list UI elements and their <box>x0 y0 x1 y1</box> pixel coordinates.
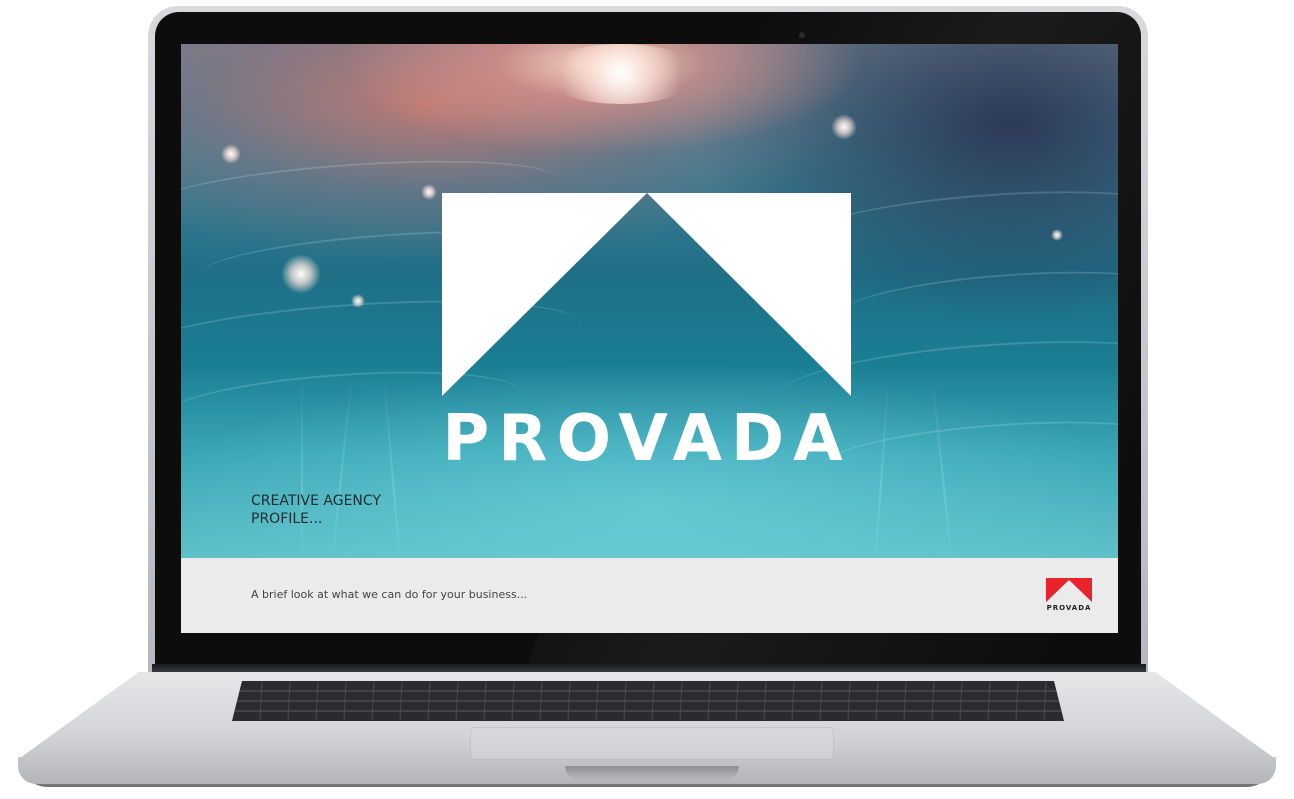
water-ripple <box>839 262 1118 343</box>
footer-description: A brief look at what we can do for your … <box>251 588 528 601</box>
slide-footer: A brief look at what we can do for your … <box>181 558 1118 633</box>
light-sparkle <box>351 294 365 308</box>
tagline-line-2: PROFILE... <box>251 511 323 527</box>
ocean-hero-background: PROVADA CREATIVE AGENCY PROFILE... <box>181 44 1118 558</box>
light-sparkle <box>1051 229 1063 241</box>
tagline-line-1: CREATIVE AGENCY <box>251 493 381 509</box>
presentation-slide: PROVADA CREATIVE AGENCY PROFILE... A bri… <box>181 44 1118 633</box>
light-sparkle <box>281 254 321 294</box>
lid-thumb-notch <box>565 766 739 780</box>
webcam-icon <box>799 32 805 38</box>
light-sparkle <box>221 144 241 164</box>
light-ray <box>301 374 303 558</box>
laptop-mockup: PROVADA CREATIVE AGENCY PROFILE... A bri… <box>0 0 1294 799</box>
trackpad <box>470 727 834 760</box>
brand-wordmark: PROVADA <box>442 402 852 476</box>
footer-logo-wordmark: PROVADA <box>1046 604 1092 612</box>
provada-red-mountain-logo-icon <box>1046 578 1092 602</box>
provada-mountain-logo-icon <box>442 193 851 396</box>
footer-logo: PROVADA <box>1043 578 1095 620</box>
light-sparkle <box>421 184 437 200</box>
slide-tagline: CREATIVE AGENCY PROFILE... <box>251 492 471 528</box>
water-ripple <box>819 411 1118 499</box>
light-sparkle <box>831 114 857 140</box>
light-sparkle <box>541 44 701 104</box>
keyboard <box>232 681 1064 721</box>
